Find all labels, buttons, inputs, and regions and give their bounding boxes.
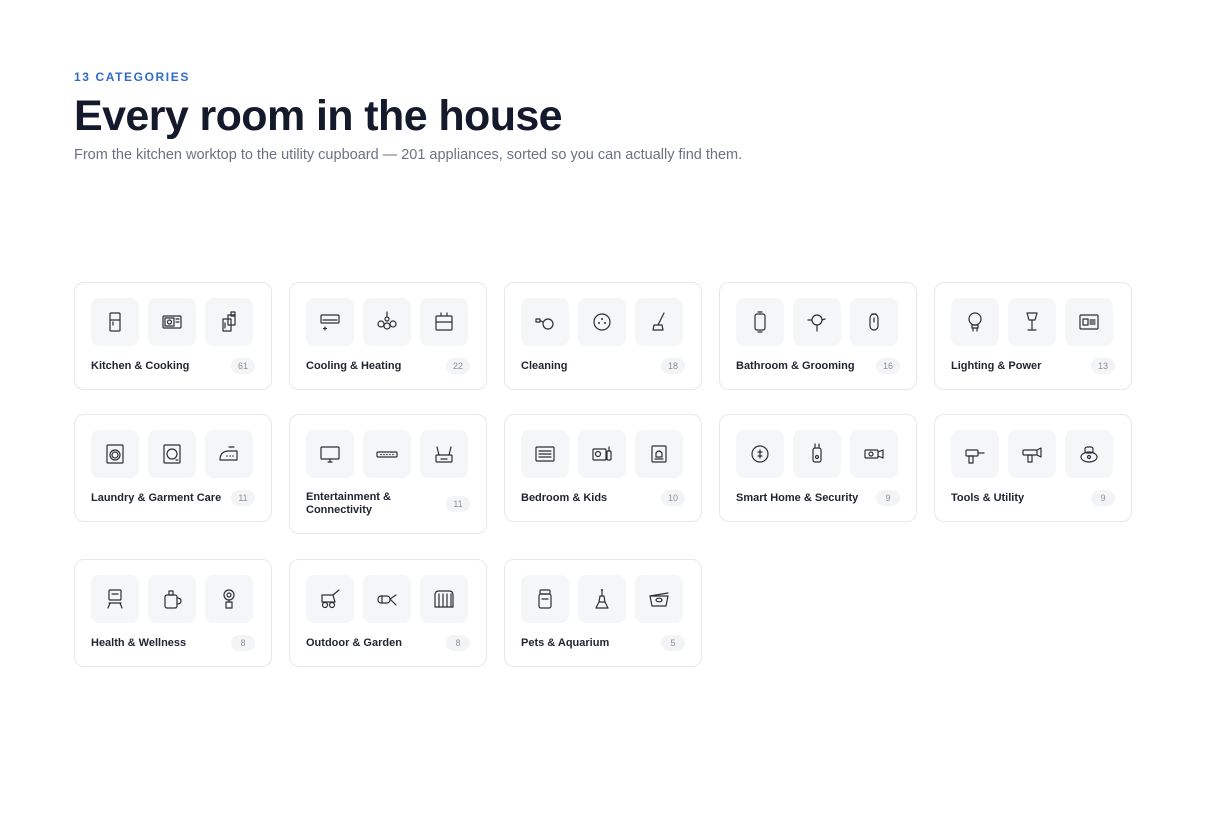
shaver-icon [850, 298, 898, 346]
pet-fountain-icon [578, 575, 626, 623]
mirror-icon [736, 298, 784, 346]
category-label: Cooling & Heating [306, 360, 402, 372]
blender-icon [205, 298, 253, 346]
category-label: Pets & Aquarium [521, 637, 610, 649]
refrigerator-icon [91, 298, 139, 346]
heater-icon [420, 298, 468, 346]
thermostat-icon [736, 430, 784, 478]
category-card[interactable]: Kitchen & Cooking 61 [74, 282, 272, 390]
massage-chair-icon [91, 575, 139, 623]
power-panel-icon [1065, 298, 1113, 346]
heat-gun-icon [1008, 430, 1056, 478]
page-subtitle: From the kitchen worktop to the utility … [74, 147, 743, 163]
count-badge: 5 [661, 635, 685, 651]
leaf-blower-icon [363, 575, 411, 623]
router-icon [420, 430, 468, 478]
category-label: Outdoor & Garden [306, 637, 402, 649]
robot-vacuum-icon [578, 298, 626, 346]
category-card[interactable]: Laundry & Garment Care 11 [74, 414, 272, 522]
category-label: Smart Home & Security [736, 492, 859, 504]
count-badge: 16 [876, 358, 900, 374]
category-card[interactable]: Entertainment & Connectivity 11 [289, 414, 487, 534]
count-badge: 9 [1091, 490, 1115, 506]
count-badge: 11 [446, 496, 470, 512]
vacuum-icon [521, 298, 569, 346]
electric-blanket-icon [521, 430, 569, 478]
category-label: Laundry & Garment Care [91, 492, 222, 504]
count-badge: 8 [231, 635, 255, 651]
count-badge: 9 [876, 490, 900, 506]
category-card[interactable]: Tools & Utility 9 [934, 414, 1132, 522]
category-label: Kitchen & Cooking [91, 360, 190, 372]
smart-plug-icon [793, 430, 841, 478]
mop-icon [635, 298, 683, 346]
category-card[interactable]: Smart Home & Security 9 [719, 414, 917, 522]
count-badge: 8 [446, 635, 470, 651]
tv-icon [306, 430, 354, 478]
category-label: Tools & Utility [951, 492, 1025, 504]
count-badge: 13 [1091, 358, 1115, 374]
light-bulb-icon [951, 298, 999, 346]
security-camera-icon [850, 430, 898, 478]
category-card[interactable]: Cleaning 18 [504, 282, 702, 390]
baby-monitor-icon [578, 430, 626, 478]
count-badge: 10 [661, 490, 685, 506]
count-badge: 61 [231, 358, 255, 374]
category-label: Bedroom & Kids [521, 492, 608, 504]
air-conditioner-icon [306, 298, 354, 346]
hair-dryer-icon [793, 298, 841, 346]
microwave-icon [148, 298, 196, 346]
category-card[interactable]: Bedroom & Kids 10 [504, 414, 702, 522]
soundbar-icon [363, 430, 411, 478]
ceiling-fan-icon [363, 298, 411, 346]
category-label: Bathroom & Grooming [736, 360, 855, 372]
category-label: Cleaning [521, 360, 568, 372]
washing-machine-icon [91, 430, 139, 478]
iron-icon [205, 430, 253, 478]
aquarium-icon [635, 575, 683, 623]
count-badge: 11 [231, 490, 255, 506]
sander-icon [1065, 430, 1113, 478]
humidifier-icon [148, 575, 196, 623]
page-title: Every room in the house [74, 92, 563, 140]
pet-feeder-icon [521, 575, 569, 623]
category-label: Entertainment & Connectivity [306, 491, 391, 516]
category-card[interactable]: Cooling & Heating 22 [289, 282, 487, 390]
lawn-mower-icon [306, 575, 354, 623]
category-card[interactable]: Bathroom & Grooming 16 [719, 282, 917, 390]
dryer-icon [148, 430, 196, 478]
category-card[interactable]: Pets & Aquarium 5 [504, 559, 702, 667]
patio-heater-icon [420, 575, 468, 623]
eyebrow-label: 13 CATEGORIES [74, 70, 190, 84]
category-label: Lighting & Power [951, 360, 1042, 372]
category-card[interactable]: Outdoor & Garden 8 [289, 559, 487, 667]
category-card[interactable]: Lighting & Power 13 [934, 282, 1132, 390]
count-badge: 18 [661, 358, 685, 374]
count-badge: 22 [446, 358, 470, 374]
drill-icon [951, 430, 999, 478]
category-label: Health & Wellness [91, 637, 187, 649]
night-light-icon [635, 430, 683, 478]
table-lamp-icon [1008, 298, 1056, 346]
water-flosser-icon [205, 575, 253, 623]
category-card[interactable]: Health & Wellness 8 [74, 559, 272, 667]
